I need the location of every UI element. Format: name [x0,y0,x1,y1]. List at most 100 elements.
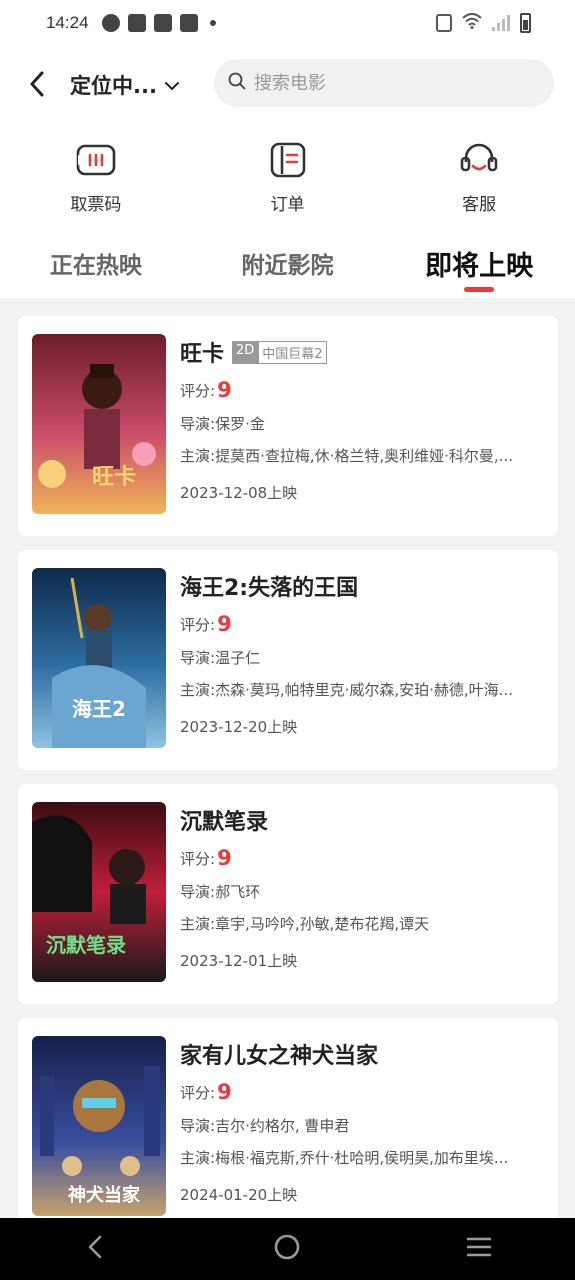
tag-2d: 2D [232,340,259,364]
movie-poster[interactable]: 旺卡 [32,334,166,514]
cast-value: 章宇,马吟吟,孙敏,楚布花羯,谭天 [215,915,430,933]
message-notification-icon [128,14,146,32]
notification-icons [102,14,216,32]
director-label: 导演: [180,649,216,667]
customer-service-button[interactable]: 客服 [383,138,575,228]
tab-label: 正在热映 [49,253,142,279]
ticket-code-icon [76,144,116,176]
director-row: 导演:温子仁 [180,646,540,670]
quick-actions: 取票码 订单 客服 [0,138,575,228]
director-row: 导演:保罗·金 [180,412,540,436]
cast-label: 主演: [180,1149,216,1167]
cast-row: 主演:章宇,马吟吟,孙敏,楚布花羯,谭天 [180,912,540,936]
score-value: 9 [217,1080,232,1104]
ticket-code-button[interactable]: 取票码 [0,138,192,228]
director-label: 导演: [180,883,216,901]
score-label: 评分: [180,615,216,634]
score-row: 评分: 9 [180,376,540,404]
svg-text:沉默笔录: 沉默笔录 [46,933,126,957]
movie-poster[interactable]: 海王2 [32,568,166,748]
movie-card[interactable]: 旺卡 旺卡 2D 中国巨幕2 评分: 9 导演:保罗·金 主演:提莫西·查拉梅,… [18,316,558,536]
director-value: 郝飞环 [215,883,261,901]
customer-service-icon [460,143,498,172]
cast-value: 提莫西·查拉梅,休·格兰特,奥利维娅·科尔曼,... [215,447,513,465]
app-notification-icon [102,14,120,32]
score-value: 9 [217,846,232,870]
tab-now-showing[interactable]: 正在热映 [0,238,192,298]
director-label: 导演: [180,415,216,433]
status-time: 14:24 [46,13,89,32]
title-row: 家有儿女之神犬当家 [180,1036,540,1072]
cast-label: 主演: [180,681,216,699]
release-date: 2024-01-20上映 [180,1186,298,1204]
score-value: 9 [217,612,232,636]
cast-label: 主演: [180,447,216,465]
movie-card[interactable]: 海王2 海王2:失落的王国 评分: 9 导演:温子仁 主演:杰森·莫玛,帕特里克… [18,550,558,770]
svg-text:神犬当家: 神犬当家 [68,1184,141,1206]
message-notification-icon [154,14,172,32]
score-label: 评分: [180,849,216,868]
home-icon [275,1234,300,1260]
movie-list: 旺卡 旺卡 2D 中国巨幕2 评分: 9 导演:保罗·金 主演:提莫西·查拉梅,… [18,316,558,1252]
customer-service-label: 客服 [462,195,497,215]
movie-title: 海王2:失落的王国 [180,576,359,601]
nav-back-button[interactable] [82,1233,110,1265]
nav-recents-button[interactable] [465,1233,493,1265]
search-icon [228,72,246,94]
movie-title: 家有儿女之神犬当家 [180,1044,379,1069]
cast-row: 主演:杰森·莫玛,帕特里克·威尔森,安珀·赫德,叶海... [180,678,540,702]
tab-label: 附近影院 [241,253,334,279]
score-label: 评分: [180,1083,216,1102]
director-row: 导演:吉尔·约格尔, 曹申君 [180,1114,540,1138]
order-label: 订单 [270,195,305,215]
back-button[interactable] [22,64,52,104]
cast-row: 主演:提莫西·查拉梅,休·格兰特,奥利维娅·科尔曼,... [180,444,540,468]
chevron-down-icon [164,76,179,95]
nav-home-button[interactable] [273,1233,301,1265]
score-value: 9 [217,378,232,402]
cast-value: 梅根·福克斯,乔什·杜哈明,侯明昊,加布里埃... [215,1149,509,1167]
system-navigation-bar [0,1218,575,1280]
more-notifications-dot-icon [210,20,216,26]
tab-coming-soon[interactable]: 即将上映 [383,238,575,298]
app-screen: 14:24 定位中... 搜索电影 取票码 订单 客服 正在热映 附近影院 即将… [0,0,575,1280]
release-date: 2023-12-20上映 [180,718,298,736]
score-row: 评分: 9 [180,844,540,872]
movie-poster[interactable]: 神犬当家 [32,1036,166,1216]
director-value: 温子仁 [215,649,261,667]
tab-bar: 正在热映 附近影院 即将上映 [0,238,575,298]
movie-card[interactable]: 神犬当家 家有儿女之神犬当家 评分: 9 导演:吉尔·约格尔, 曹申君 主演:梅… [18,1018,558,1238]
movie-title: 沉默笔录 [180,810,269,835]
menu-icon [467,1237,492,1257]
movie-info: 旺卡 2D 中国巨幕2 评分: 9 导演:保罗·金 主演:提莫西·查拉梅,休·格… [180,334,540,503]
back-icon [88,1235,102,1259]
format-tags: 2D 中国巨幕2 [232,340,327,364]
movie-title: 旺卡 [180,342,225,367]
title-row: 海王2:失落的王国 [180,568,540,604]
header: 定位中... 取票码 [0,48,575,298]
svg-text:海王2: 海王2 [72,697,126,721]
score-row: 评分: 9 [180,610,540,638]
title-row: 沉默笔录 [180,802,540,838]
movie-info: 海王2:失落的王国 评分: 9 导演:温子仁 主演:杰森·莫玛,帕特里克·威尔森… [180,568,540,737]
director-row: 导演:郝飞环 [180,880,540,904]
wifi-icon [462,13,482,33]
battery-icon [520,13,531,33]
vibrate-icon [436,14,452,32]
order-button[interactable]: 订单 [192,138,384,228]
cast-value: 杰森·莫玛,帕特里克·威尔森,安珀·赫德,叶海... [215,681,513,699]
director-value: 保罗·金 [215,415,265,433]
search-input[interactable] [254,72,514,94]
cast-row: 主演:梅根·福克斯,乔什·杜哈明,侯明昊,加布里埃... [180,1146,540,1170]
location-selector[interactable]: 定位中... [70,70,179,100]
director-label: 导演: [180,1117,216,1135]
search-bar[interactable] [214,59,554,107]
movie-card[interactable]: 沉默笔录 沉默笔录 评分: 9 导演:郝飞环 主演:章宇,马吟吟,孙敏,楚布花羯… [18,784,558,1004]
tab-nearby-cinemas[interactable]: 附近影院 [192,238,384,298]
active-tab-indicator [464,287,495,292]
location-label: 定位中... [70,74,157,98]
svg-text:旺卡: 旺卡 [92,465,136,490]
tab-label: 即将上映 [425,251,534,282]
movie-poster[interactable]: 沉默笔录 [32,802,166,982]
back-arrow-icon [30,71,44,97]
